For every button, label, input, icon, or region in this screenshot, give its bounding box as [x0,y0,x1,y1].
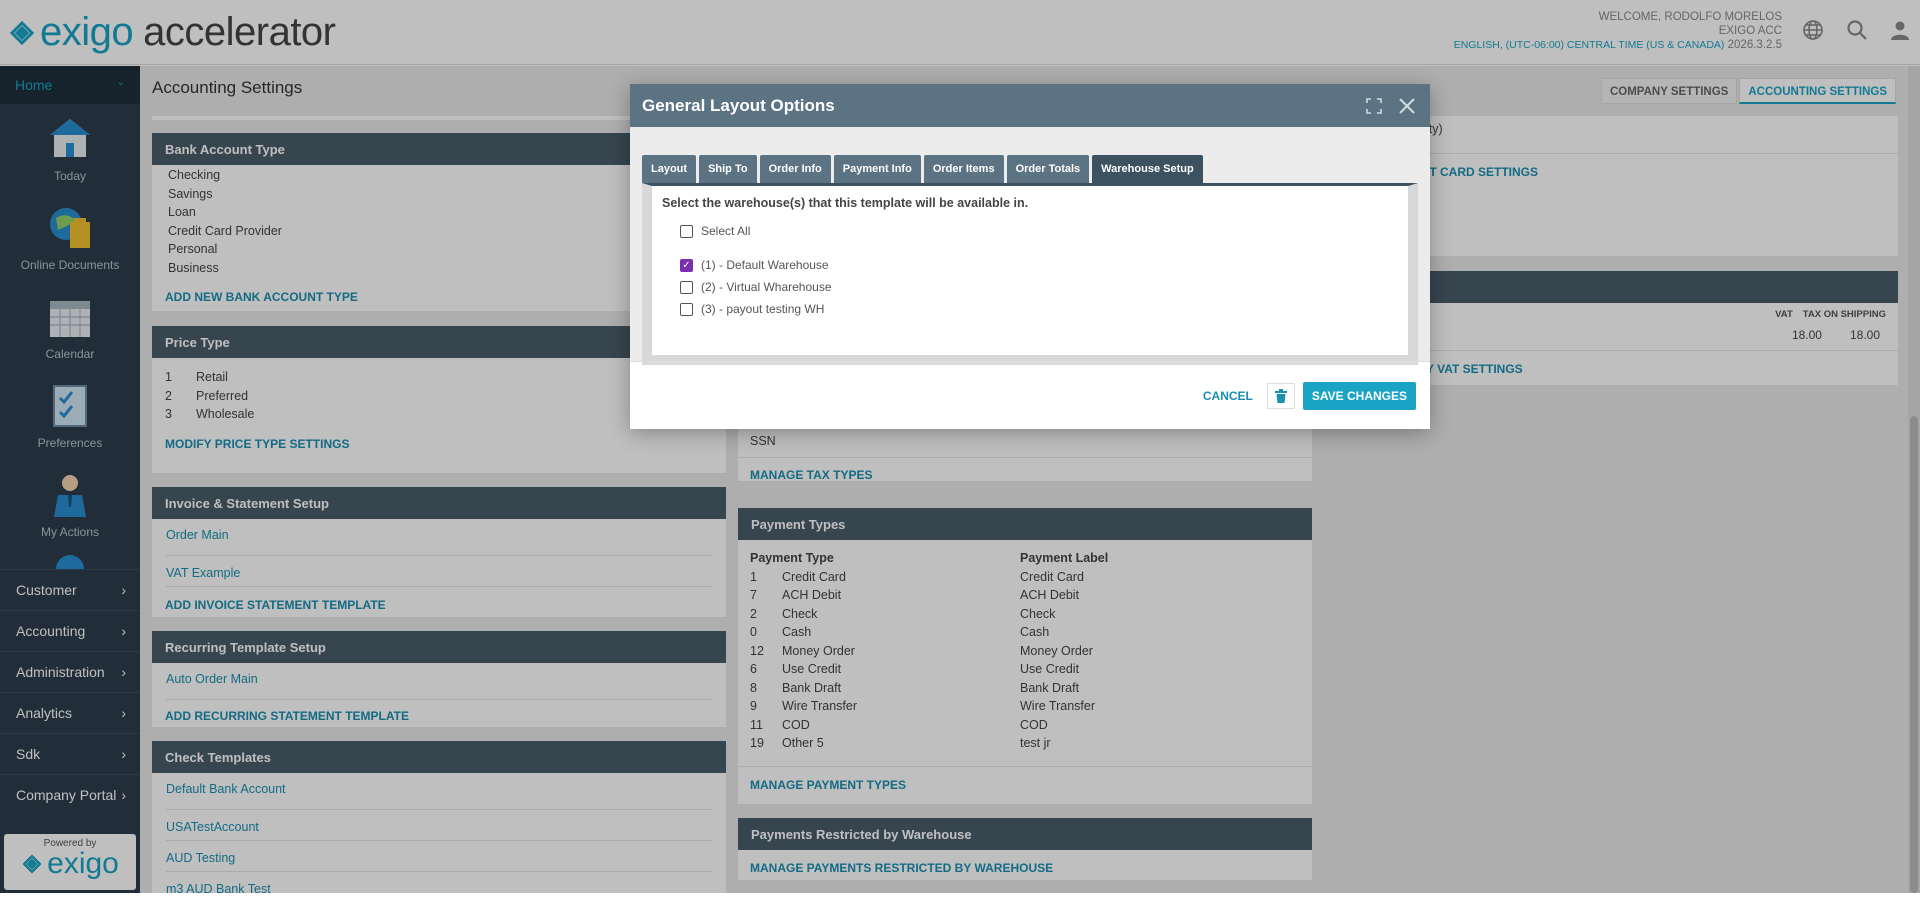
warehouse-checkbox[interactable]: ✓ (1) - Default Warehouse [680,254,1398,276]
checkbox-box-checked[interactable]: ✓ [680,258,693,272]
trash-icon [1274,388,1287,403]
delete-button[interactable] [1266,382,1295,409]
warehouse-checkbox[interactable]: (3) - payout testing WH [680,298,1398,320]
dialog-title: General Layout Options [642,96,835,115]
warehouse-checkbox[interactable]: (2) - Virtual Wharehouse [680,276,1398,298]
dialog-tabs: Layout Ship To Order Info Payment Info O… [642,155,1418,183]
dialog-body: Layout Ship To Order Info Payment Info O… [630,127,1430,365]
tab-order-items[interactable]: Order Items [923,155,1004,183]
checkbox-label: (1) - Default Warehouse [701,258,829,272]
checkbox-label: (2) - Virtual Wharehouse [701,280,832,294]
select-all-checkbox[interactable]: Select All [680,220,1398,242]
expand-icon[interactable] [1366,98,1382,114]
warehouse-question: Select the warehouse(s) that this templa… [662,196,1029,210]
tab-order-totals[interactable]: Order Totals [1006,155,1090,183]
tab-ship-to[interactable]: Ship To [699,155,757,183]
general-layout-options-dialog: General Layout Options Layout Ship To Or… [630,84,1430,429]
dialog-footer: CANCEL SAVE CHANGES [630,361,1430,429]
dialog-header: General Layout Options [630,84,1430,127]
tab-warehouse-setup[interactable]: Warehouse Setup [1092,155,1203,183]
close-icon[interactable] [1398,97,1416,115]
warehouse-setup-panel: Select the warehouse(s) that this templa… [642,183,1418,365]
checkbox-label: (3) - payout testing WH [701,302,825,316]
tab-payment-info[interactable]: Payment Info [833,155,921,183]
checkbox-label: Select All [701,224,751,238]
save-changes-button[interactable]: SAVE CHANGES [1302,381,1416,410]
tab-layout[interactable]: Layout [642,155,697,183]
checkbox-box[interactable] [680,224,693,238]
cancel-button[interactable]: CANCEL [1203,389,1253,403]
tab-order-info[interactable]: Order Info [759,155,831,183]
checkbox-box[interactable] [680,280,693,294]
checkbox-box[interactable] [680,302,693,316]
